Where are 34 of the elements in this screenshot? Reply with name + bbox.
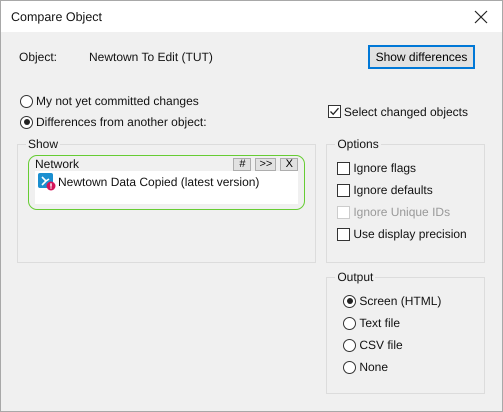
network-title: Network	[35, 157, 80, 171]
checkbox-label: Ignore defaults	[353, 183, 433, 197]
checkbox[interactable]	[337, 162, 350, 174]
small-button[interactable]: #	[233, 158, 252, 170]
radio-button[interactable]	[20, 94, 33, 108]
radio-button[interactable]	[343, 316, 356, 330]
checkbox-label: Ignore flags	[353, 161, 416, 175]
small-button[interactable]: >>	[255, 158, 276, 170]
radio-label: CSV file	[359, 338, 403, 352]
show-differences-button[interactable]: Show differences	[368, 45, 475, 69]
radio-label: Text file	[359, 316, 400, 330]
close-icon[interactable]	[474, 10, 488, 24]
group-title: Output	[335, 270, 376, 284]
object-value: Newtown To Edit (TUT)	[89, 50, 214, 64]
object-label: Object:	[19, 50, 58, 64]
radio-label: Differences from another object:	[36, 115, 207, 129]
checkbox-label: Ignore Unique IDs	[353, 205, 450, 219]
small-button[interactable]: X	[280, 158, 298, 170]
checkbox-label: Use display precision	[353, 227, 467, 241]
radio-button[interactable]	[20, 116, 33, 128]
checkbox[interactable]	[328, 105, 341, 118]
checkbox[interactable]	[337, 228, 350, 240]
list-item[interactable]: Newtown Data Copied (latest version)	[58, 175, 260, 189]
radio-button[interactable]	[343, 338, 356, 352]
group-title: Show	[26, 137, 60, 151]
radio-label: None	[359, 360, 388, 374]
radio-button[interactable]	[343, 360, 356, 374]
group-title: Options	[335, 137, 381, 151]
radio-label: My not yet committed changes	[36, 94, 199, 108]
window-title: Compare Object	[11, 10, 102, 24]
checkbox[interactable]	[337, 184, 350, 196]
checkbox-label: Select changed objects	[344, 104, 468, 118]
radio-button[interactable]	[343, 294, 356, 308]
radio-label: Screen (HTML)	[359, 294, 442, 308]
